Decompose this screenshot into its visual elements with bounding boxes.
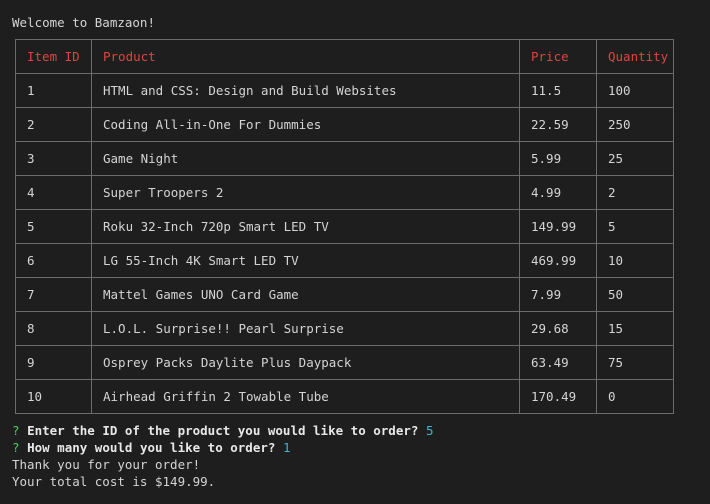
prompt-question-icon: ?	[12, 440, 20, 455]
cell-product: Roku 32-Inch 720p Smart LED TV	[91, 209, 520, 244]
cell-item-id: 10	[15, 379, 92, 414]
cell-price: 5.99	[519, 141, 597, 176]
header-product: Product	[91, 39, 520, 74]
cell-price: 170.49	[519, 379, 597, 414]
cell-product: Coding All-in-One For Dummies	[91, 107, 520, 142]
table-row: 3 Game Night 5.99 25	[15, 141, 674, 176]
cell-price: 22.59	[519, 107, 597, 142]
thank-you-message: Thank you for your order!	[12, 457, 201, 472]
header-quantity: Quantity	[596, 39, 674, 74]
cell-price: 4.99	[519, 175, 597, 210]
cell-item-id: 3	[15, 141, 92, 176]
cell-item-id: 7	[15, 277, 92, 312]
cell-quantity: 75	[596, 345, 674, 380]
total-cost-message: Your total cost is $149.99.	[12, 474, 216, 489]
cell-quantity: 25	[596, 141, 674, 176]
header-item-id: Item ID	[15, 39, 92, 74]
welcome-message: Welcome to Bamzaon!	[12, 15, 155, 30]
table-row: 7 Mattel Games UNO Card Game 7.99 50	[15, 277, 674, 312]
cell-price: 63.49	[519, 345, 597, 380]
cell-product: Osprey Packs Daylite Plus Daypack	[91, 345, 520, 380]
prompt-question: Enter the ID of the product you would li…	[27, 423, 419, 438]
table-row: 8 L.O.L. Surprise!! Pearl Surprise 29.68…	[15, 311, 674, 346]
cell-price: 11.5	[519, 73, 597, 108]
prompt-question-icon: ?	[12, 423, 20, 438]
cell-product: Super Troopers 2	[91, 175, 520, 210]
cell-quantity: 15	[596, 311, 674, 346]
cell-price: 149.99	[519, 209, 597, 244]
cell-product: L.O.L. Surprise!! Pearl Surprise	[91, 311, 520, 346]
table-row: 4 Super Troopers 2 4.99 2	[15, 175, 674, 210]
cell-product: Game Night	[91, 141, 520, 176]
table-row: 10 Airhead Griffin 2 Towable Tube 170.49…	[15, 379, 674, 414]
table-row: 6 LG 55-Inch 4K Smart LED TV 469.99 10	[15, 243, 674, 278]
cell-item-id: 9	[15, 345, 92, 380]
cell-quantity: 5	[596, 209, 674, 244]
cell-product: LG 55-Inch 4K Smart LED TV	[91, 243, 520, 278]
cell-price: 29.68	[519, 311, 597, 346]
table-row: 1 HTML and CSS: Design and Build Website…	[15, 73, 674, 108]
products-table: Item ID Product Price Quantity 1 HTML an…	[15, 39, 674, 414]
prompt-answer[interactable]: 1	[283, 440, 291, 455]
table-header-row: Item ID Product Price Quantity	[15, 39, 674, 74]
cell-item-id: 4	[15, 175, 92, 210]
cell-price: 469.99	[519, 243, 597, 278]
table-row: 5 Roku 32-Inch 720p Smart LED TV 149.99 …	[15, 209, 674, 244]
cell-product: Airhead Griffin 2 Towable Tube	[91, 379, 520, 414]
cell-quantity: 2	[596, 175, 674, 210]
cell-quantity: 250	[596, 107, 674, 142]
quantity-prompt: ? How many would you like to order? 1	[12, 439, 290, 456]
table-row: 9 Osprey Packs Daylite Plus Daypack 63.4…	[15, 345, 674, 380]
cell-item-id: 8	[15, 311, 92, 346]
product-id-prompt: ? Enter the ID of the product you would …	[12, 422, 433, 439]
cell-quantity: 100	[596, 73, 674, 108]
prompt-answer[interactable]: 5	[426, 423, 434, 438]
cell-item-id: 5	[15, 209, 92, 244]
table-row: 2 Coding All-in-One For Dummies 22.59 25…	[15, 107, 674, 142]
cell-quantity: 10	[596, 243, 674, 278]
cell-quantity: 50	[596, 277, 674, 312]
cell-price: 7.99	[519, 277, 597, 312]
prompt-question: How many would you like to order?	[27, 440, 276, 455]
cell-product: HTML and CSS: Design and Build Websites	[91, 73, 520, 108]
cell-item-id: 1	[15, 73, 92, 108]
cell-product: Mattel Games UNO Card Game	[91, 277, 520, 312]
header-price: Price	[519, 39, 597, 74]
cell-quantity: 0	[596, 379, 674, 414]
cell-item-id: 2	[15, 107, 92, 142]
cell-item-id: 6	[15, 243, 92, 278]
terminal-output: Welcome to Bamzaon! Item ID Product Pric…	[0, 0, 710, 504]
